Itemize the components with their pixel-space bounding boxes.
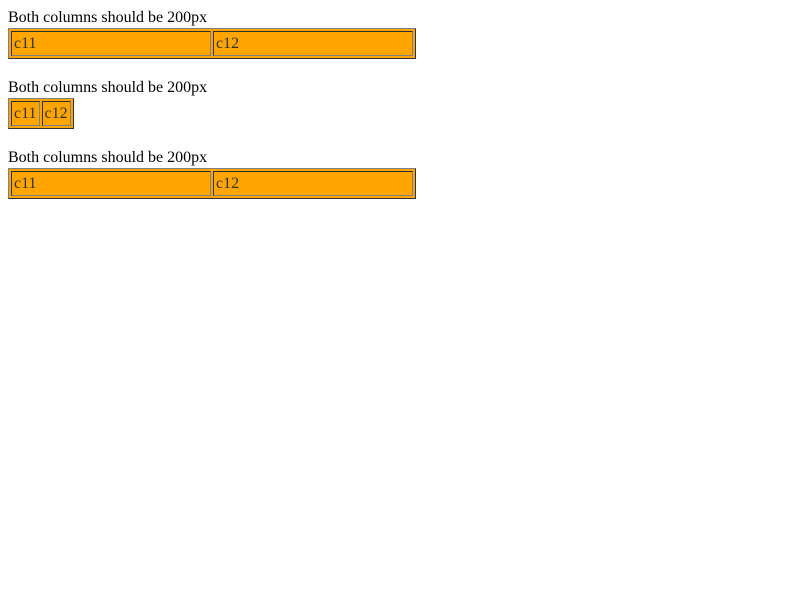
section-2-caption: Both columns should be 200px (8, 79, 208, 96)
cell-c12: c12 (41, 101, 71, 126)
table-row: c11 c12 (11, 101, 71, 126)
section-3-table: c11 c12 (8, 168, 416, 199)
table-row: c11 c12 (11, 171, 413, 196)
cell-c12: c12 (212, 171, 413, 196)
table-row: c11 c12 (11, 31, 413, 56)
page: Both columns should be 200px c11 c12 Bot… (0, 0, 800, 600)
cell-c11: c11 (11, 101, 40, 126)
section-1-table: c11 c12 (8, 28, 416, 59)
section-2-table: c11 c12 (8, 98, 74, 129)
cell-c11: c11 (11, 171, 211, 196)
section-1-caption: Both columns should be 200px (8, 9, 208, 26)
cell-c12: c12 (212, 31, 413, 56)
cell-c11: c11 (11, 31, 211, 56)
section-3-caption: Both columns should be 200px (8, 149, 208, 166)
